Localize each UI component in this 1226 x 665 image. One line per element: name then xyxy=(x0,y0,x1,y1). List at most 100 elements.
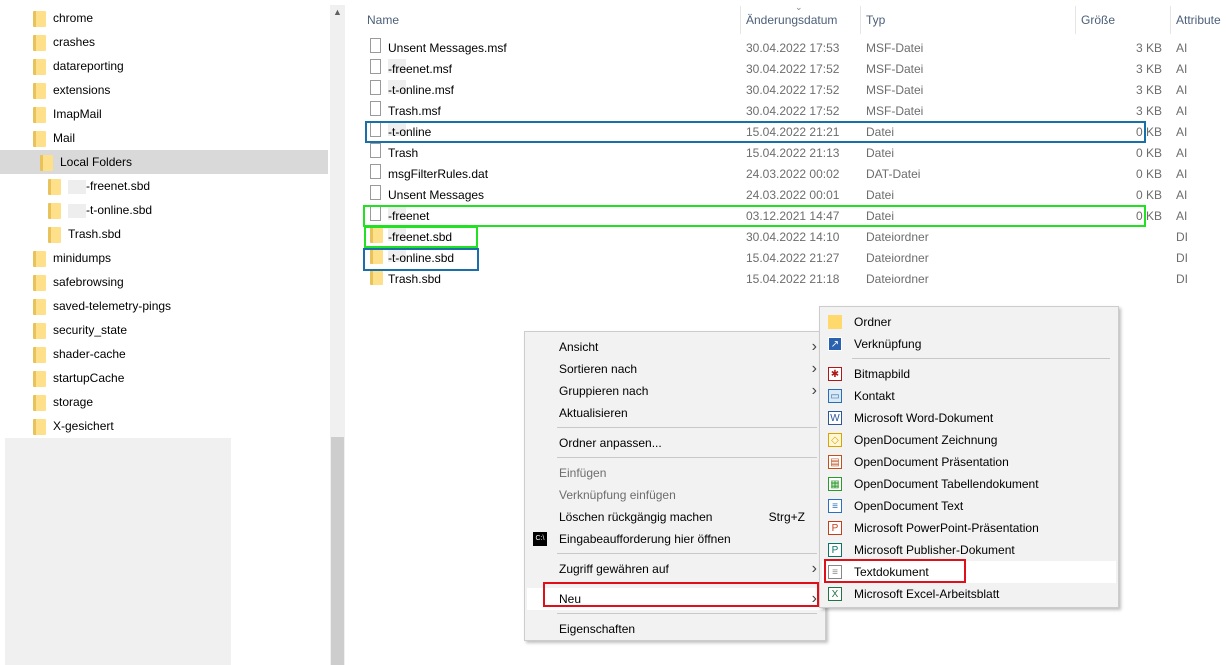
tree-item[interactable]: saved-telemetry-pings xyxy=(33,294,171,318)
tree-item[interactable]: crashes xyxy=(33,30,95,54)
tree-item[interactable]: X-gesichert xyxy=(33,414,114,438)
tree-item[interactable]: safebrowsing xyxy=(33,270,124,294)
column-divider[interactable] xyxy=(1170,6,1171,34)
menu-item-label: Microsoft Excel-Arbeitsblatt xyxy=(854,587,1000,601)
menu-item-ansicht[interactable]: Ansicht › xyxy=(527,336,823,358)
file-date: 30.04.2022 17:52 xyxy=(746,62,840,76)
column-header-name[interactable]: Name xyxy=(367,10,399,30)
file-attr: AI xyxy=(1176,83,1188,97)
tree-item-label: startupCache xyxy=(53,371,125,385)
file-name-text: -freenet.msf xyxy=(388,62,453,76)
menu-item-kontakt[interactable]: ▭ Kontakt xyxy=(822,385,1116,407)
menu-item-microsoft-publisher-dokument[interactable]: P Microsoft Publisher-Dokument xyxy=(822,539,1116,561)
file-row[interactable]: -t-online.msf 30.04.2022 17:52 MSF-Datei 3 … xyxy=(365,80,1225,101)
tree-item[interactable]: datareporting xyxy=(33,54,124,78)
folder-icon xyxy=(33,322,46,339)
file-row[interactable]: msgFilterRules.dat 24.03.2022 00:02 DAT-Da… xyxy=(365,164,1225,185)
scrollbar-thumb[interactable] xyxy=(331,437,344,665)
word-icon: W xyxy=(828,411,842,425)
menu-item-opendocument-präsentation[interactable]: ▤ OpenDocument Präsentation xyxy=(822,451,1116,473)
column-header-size[interactable]: Größe xyxy=(1081,10,1115,30)
contact-icon: ▭ xyxy=(828,389,842,403)
menu-item-label: Eingabeaufforderung hier öffnen xyxy=(559,532,731,546)
menu-item-label: Microsoft Word-Dokument xyxy=(854,411,994,425)
menu-item-ordner[interactable]: Ordner xyxy=(822,311,1116,333)
menu-item-label: Gruppieren nach xyxy=(559,384,649,398)
bitmap-icon: ✱ xyxy=(828,367,842,381)
menu-item-zugriff-gewähren-auf[interactable]: Zugriff gewähren auf › xyxy=(527,558,823,580)
menu-item-verknüpfung[interactable]: ↗ Verknüpfung xyxy=(822,333,1116,355)
menu-item-microsoft-excel-arbeitsblatt[interactable]: X Microsoft Excel-Arbeitsblatt xyxy=(822,583,1116,605)
column-header-date[interactable]: Änderungsdatum xyxy=(746,10,837,30)
tree-item-label: shader-cache xyxy=(53,347,126,361)
file-row[interactable]: -t-online.sbd 15.04.2022 21:27 Dateiordner… xyxy=(365,248,1225,269)
chevron-right-icon: › xyxy=(811,382,817,399)
tree-item[interactable]: ImapMail xyxy=(33,102,102,126)
menu-item-label: Eigenschaften xyxy=(559,622,636,636)
menu-separator xyxy=(557,427,817,428)
column-header-attributes[interactable]: Attribute xyxy=(1176,10,1221,30)
tree-item[interactable]: Local Folders xyxy=(0,150,328,174)
scroll-up-arrow-icon[interactable]: ▲ xyxy=(330,7,345,17)
file-date: 30.04.2022 17:52 xyxy=(746,104,840,118)
tree-item-label: Mail xyxy=(53,131,76,145)
menu-item-opendocument-text[interactable]: ≡ OpenDocument Text xyxy=(822,495,1116,517)
column-header-type[interactable]: Typ xyxy=(866,10,885,30)
chevron-right-icon: › xyxy=(811,338,817,355)
menu-item-eigenschaften[interactable]: Eigenschaften xyxy=(527,618,823,640)
tree-item-label: Trash.sbd xyxy=(68,227,121,241)
file-attr: DI xyxy=(1176,230,1188,244)
folder-icon xyxy=(33,34,46,51)
tree-item[interactable]: -t-online.sbd xyxy=(48,198,152,222)
menu-item-gruppieren-nach[interactable]: Gruppieren nach › xyxy=(527,380,823,402)
menu-item-microsoft-word-dokument[interactable]: W Microsoft Word-Dokument xyxy=(822,407,1116,429)
folder-icon xyxy=(33,274,46,291)
tree-item[interactable]: chrome xyxy=(33,6,93,30)
folder-icon xyxy=(33,130,46,147)
menu-item-opendocument-tabellendokument[interactable]: ▦ OpenDocument Tabellendokument xyxy=(822,473,1116,495)
menu-item-ordner-anpassen[interactable]: Ordner anpassen... xyxy=(527,432,823,454)
tree-item[interactable]: storage xyxy=(33,390,93,414)
folder-icon xyxy=(33,298,46,315)
menu-item-löschen-rückgängig-machen[interactable]: Löschen rückgängig machen Strg+Z xyxy=(527,506,823,528)
tree-item[interactable]: extensions xyxy=(33,78,110,102)
column-divider[interactable] xyxy=(860,6,861,34)
tree-item-label: Local Folders xyxy=(60,155,133,169)
menu-item-aktualisieren[interactable]: Aktualisieren xyxy=(527,402,823,424)
tree-item[interactable]: Trash.sbd xyxy=(48,222,121,246)
file-date: 30.04.2022 14:10 xyxy=(746,230,840,244)
file-row[interactable]: Trash.sbd 15.04.2022 21:18 Dateiordner DI xyxy=(365,269,1225,290)
tree-item[interactable]: shader-cache xyxy=(33,342,126,366)
nav-scrollbar[interactable]: ▲ xyxy=(330,5,345,665)
menu-item-label: Einfügen xyxy=(559,466,607,480)
navigation-blank-area xyxy=(5,438,231,665)
file-name-text: Unsent Messages xyxy=(388,188,485,202)
tree-item[interactable]: minidumps xyxy=(33,246,111,270)
tree-item[interactable]: security_state xyxy=(33,318,127,342)
powerpoint-icon: P xyxy=(828,521,842,535)
tree-item[interactable]: -freenet.sbd xyxy=(48,174,150,198)
tree-item-label: -freenet.sbd xyxy=(86,179,151,193)
tree-item[interactable]: Mail xyxy=(33,126,75,150)
menu-item-opendocument-zeichnung[interactable]: ◇ OpenDocument Zeichnung xyxy=(822,429,1116,451)
folder-icon xyxy=(828,315,842,329)
menu-item-microsoft-powerpoint-präsentation[interactable]: P Microsoft PowerPoint-Präsentation xyxy=(822,517,1116,539)
file-row[interactable]: Trash 15.04.2022 21:13 Datei 0 KB AI xyxy=(365,143,1225,164)
file-row[interactable]: Unsent Messages.msf 30.04.2022 17:53 MSF-D… xyxy=(365,38,1225,59)
menu-item-bitmapbild[interactable]: ✱ Bitmapbild xyxy=(822,363,1116,385)
file-glyph xyxy=(370,38,381,53)
tree-item[interactable]: startupCache xyxy=(33,366,124,390)
tree-item-label: ImapMail xyxy=(53,107,102,121)
file-row[interactable]: Unsent Messages 24.03.2022 00:01 Datei 0 KB… xyxy=(365,185,1225,206)
file-row[interactable]: Trash.msf 30.04.2022 17:52 MSF-Datei 3 KB AI xyxy=(365,101,1225,122)
menu-item-label: Sortieren nach xyxy=(559,362,638,376)
column-divider[interactable] xyxy=(740,6,741,34)
file-row[interactable]: -freenet.sbd 30.04.2022 14:10 Dateiordner D… xyxy=(365,227,1225,248)
file-date: 24.03.2022 00:01 xyxy=(746,188,840,202)
file-row[interactable]: -freenet.msf 30.04.2022 17:52 MSF-Datei 3 K… xyxy=(365,59,1225,80)
file-glyph xyxy=(370,80,381,95)
menu-item-eingabeaufforderung-hier-öffnen[interactable]: C:\ Eingabeaufforderung hier öffnen xyxy=(527,528,823,550)
column-divider[interactable] xyxy=(1075,6,1076,34)
tree-item-label: chrome xyxy=(53,11,94,25)
menu-item-sortieren-nach[interactable]: Sortieren nach › xyxy=(527,358,823,380)
